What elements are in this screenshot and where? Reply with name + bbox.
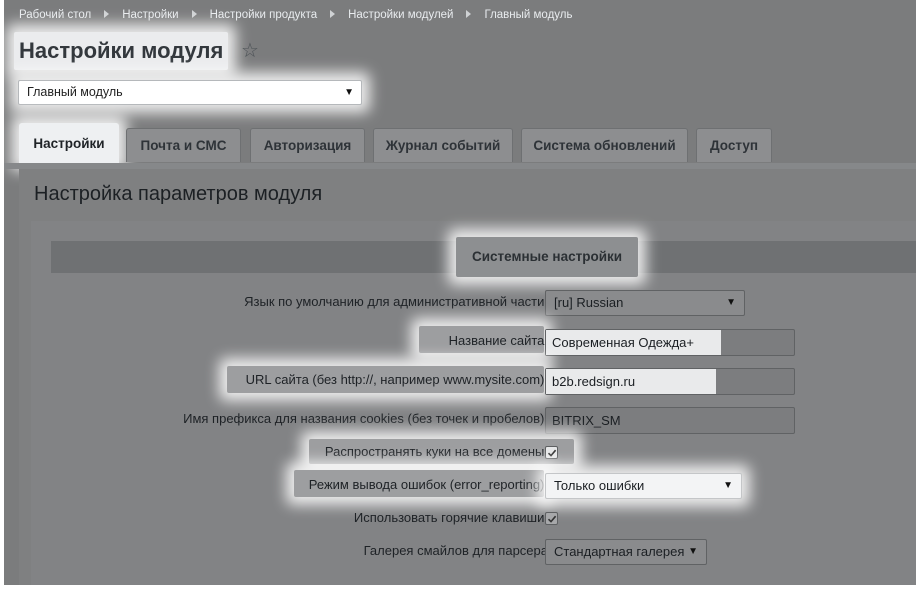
settings-panel: Системные настройки Язык по умолчанию дл…	[31, 221, 916, 585]
site-url-field[interactable]: b2b.redsign.ru	[545, 368, 795, 395]
breadcrumb: Рабочий стол Настройки Настройки продукта Н…	[19, 9, 572, 21]
cookie-prefix-label: Имя префикса для названия cookies (без т…	[183, 411, 548, 426]
breadcrumb-arrow-icon	[104, 10, 110, 18]
tab-authorization[interactable]: Авторизация	[250, 128, 365, 162]
checkmark-icon	[547, 515, 557, 523]
error-reporting-value: Только ошибки	[554, 478, 645, 493]
breadcrumb-item-settings[interactable]: Настройки	[122, 9, 178, 21]
language-select[interactable]: [ru] Russian ▼	[545, 290, 745, 316]
module-select-value: Главный модуль	[27, 85, 123, 99]
tab-update-system[interactable]: Система обновлений	[521, 128, 688, 162]
tab-settings[interactable]: Настройки	[19, 123, 119, 163]
cookie-prefix-field[interactable]: BITRIX_SM	[545, 407, 795, 434]
star-outline-icon[interactable]: ☆	[241, 41, 259, 61]
tab-content: Настройка параметров модуля Системные на…	[19, 169, 916, 585]
section-title: Настройка параметров модуля	[34, 183, 323, 205]
breadcrumb-arrow-icon	[330, 10, 336, 18]
site-name-value: Современная Одежда+	[552, 335, 694, 350]
language-select-value: [ru] Russian	[554, 295, 624, 310]
cookies-all-domains-label: Распространять куки на все домены:	[324, 444, 548, 459]
site-url-value: b2b.redsign.ru	[552, 374, 636, 389]
breadcrumb-item-desktop[interactable]: Рабочий стол	[19, 9, 91, 21]
system-settings-title: Системные настройки	[472, 249, 623, 264]
error-reporting-label: Режим вывода ошибок (error_reporting):	[308, 477, 548, 492]
site-name-field[interactable]: Современная Одежда+	[545, 329, 795, 356]
page-title-container: Настройки модуля	[14, 32, 229, 70]
breadcrumb-item-product-settings[interactable]: Настройки продукта	[210, 9, 318, 21]
breadcrumb-arrow-icon	[466, 10, 472, 18]
page-title: Настройки модуля	[19, 38, 224, 63]
module-select[interactable]: Главный модуль ▼	[18, 80, 362, 105]
hotkeys-checkbox[interactable]	[545, 512, 558, 525]
language-label: Язык по умолчанию для административной ч…	[244, 294, 548, 309]
admin-frame: Рабочий стол Настройки Настройки продукта Н…	[4, 0, 916, 585]
chevron-down-icon: ▼	[723, 480, 733, 491]
breadcrumb-arrow-icon	[191, 10, 197, 18]
tab-mail-sms[interactable]: Почта и СМС	[126, 128, 241, 162]
tab-event-log[interactable]: Журнал событий	[373, 128, 513, 162]
chevron-down-icon: ▼	[688, 546, 698, 557]
site-name-label: Название сайта:	[448, 333, 548, 348]
error-reporting-select[interactable]: Только ошибки ▼	[545, 473, 742, 499]
chevron-down-icon: ▼	[726, 297, 736, 308]
cookies-all-domains-checkbox[interactable]	[545, 446, 558, 459]
system-settings-title-container: Системные настройки	[456, 237, 639, 277]
hotkeys-label: Использовать горячие клавиши:	[353, 510, 548, 525]
smiles-gallery-value: Стандартная галерея	[554, 544, 685, 559]
breadcrumb-item-module-settings[interactable]: Настройки модулей	[348, 9, 453, 21]
site-url-label: URL сайта (без http://, например www.mys…	[245, 372, 548, 387]
cookie-prefix-value: BITRIX_SM	[552, 413, 621, 428]
checkmark-icon	[547, 449, 557, 457]
smiles-gallery-label: Галерея смайлов для парсера	[363, 543, 548, 558]
tab-access[interactable]: Доступ	[696, 128, 772, 162]
breadcrumb-item-main-module[interactable]: Главный модуль	[484, 9, 572, 21]
chevron-down-icon: ▼	[344, 87, 354, 98]
smiles-gallery-select[interactable]: Стандартная галерея ▼	[545, 539, 707, 565]
